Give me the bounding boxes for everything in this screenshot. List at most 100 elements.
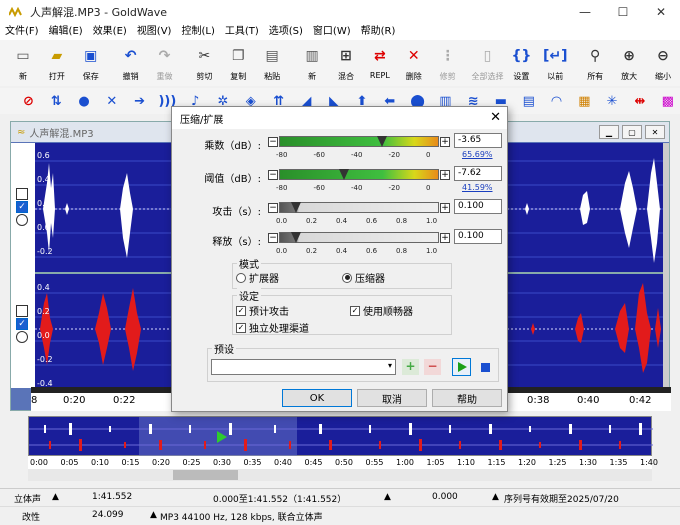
- slider-thumb[interactable]: [376, 136, 387, 147]
- decrease-button[interactable]: −: [268, 233, 278, 243]
- channel-swap-icon[interactable]: ✕: [99, 90, 124, 112]
- spectrum-icon[interactable]: ▤: [516, 90, 541, 112]
- left-channel-toggle[interactable]: [16, 188, 28, 200]
- toolbar-button-copy[interactable]: ❐ 复制: [221, 40, 255, 86]
- toolbar-label: 设置: [513, 72, 530, 81]
- decrease-button[interactable]: −: [268, 137, 278, 147]
- dialog-close-button[interactable]: ✕: [490, 110, 501, 125]
- set-selection-icon: {}: [511, 48, 532, 64]
- decrease-button[interactable]: −: [268, 170, 278, 180]
- increase-button[interactable]: +: [440, 233, 450, 243]
- increase-button[interactable]: +: [440, 170, 450, 180]
- use-smoother-checkbox[interactable]: ✓ 使用顺畅器: [350, 303, 413, 318]
- preview-play-button[interactable]: [452, 358, 471, 376]
- toolbar-button-zoom-out[interactable]: ⊖ 缩小: [646, 40, 680, 86]
- time-label: 0:20: [63, 395, 86, 406]
- close-button[interactable]: ✕: [642, 0, 680, 24]
- param-slider[interactable]: [279, 169, 439, 180]
- left-channel-checkbox[interactable]: ✓: [16, 201, 28, 213]
- toolbar-button-zoom-in[interactable]: ⊕ 放大: [612, 40, 646, 86]
- toolbar-button-select-all[interactable]: ▯ 全部选择: [471, 40, 505, 86]
- toolbar-label: 打开: [48, 72, 65, 81]
- stereo-arrows-icon[interactable]: ⇅: [44, 90, 69, 112]
- doc-minimize-button[interactable]: ▁: [599, 125, 619, 139]
- toolbar-button-set-selection[interactable]: {} 设置: [504, 40, 538, 86]
- param-percent-link[interactable]: 41.59%: [462, 183, 493, 192]
- menu-control[interactable]: 控制(L): [176, 24, 219, 40]
- doppler-icon[interactable]: ◠: [544, 90, 569, 112]
- param-slider[interactable]: [279, 232, 439, 243]
- doc-restore-button[interactable]: ▢: [622, 125, 642, 139]
- rainbow-icon[interactable]: ▩: [655, 90, 680, 112]
- toolbar-button-redo[interactable]: ↷ 重做: [148, 40, 182, 86]
- toolbar-button-delete[interactable]: ✕ 删除: [397, 40, 431, 86]
- scrollbar-thumb[interactable]: [173, 470, 238, 480]
- param-slider[interactable]: [279, 136, 439, 147]
- param-value-input[interactable]: -7.62: [454, 166, 502, 181]
- preset-dropdown[interactable]: ▾: [211, 359, 396, 375]
- right-channel-radio[interactable]: [16, 331, 28, 343]
- param-value-input[interactable]: 0.100: [454, 229, 502, 244]
- overview-time-label: 0:25: [182, 458, 201, 467]
- slider-thumb[interactable]: [290, 202, 301, 213]
- right-channel-toggle[interactable]: [16, 305, 28, 317]
- toolbar-button-replace[interactable]: ⇄ REPL: [363, 40, 397, 86]
- param-value-input[interactable]: 0.100: [454, 199, 502, 214]
- toolbar-button-undo[interactable]: ↶ 撤销: [114, 40, 148, 86]
- help-button[interactable]: 帮助: [432, 389, 502, 407]
- toolbar-button-paste[interactable]: ▤ 粘贴: [255, 40, 289, 86]
- toolbar-label: 所有: [587, 72, 604, 81]
- toolbar-button-mix[interactable]: ⊞ 混合: [329, 40, 363, 86]
- param-percent-link[interactable]: 65.69%: [462, 150, 493, 159]
- left-channel-radio[interactable]: [16, 214, 28, 226]
- mechanize-icon[interactable]: ✳: [600, 90, 625, 112]
- slider-thumb[interactable]: [290, 232, 301, 243]
- toolbar-button-new-file[interactable]: ▭ 新: [6, 40, 40, 86]
- independent-channels-checkbox[interactable]: ✓ 独立处理渠道: [236, 320, 309, 335]
- compressor-radio[interactable]: 压缩器: [342, 270, 385, 285]
- param-value-input[interactable]: -3.65: [454, 133, 502, 148]
- anticipate-attack-checkbox[interactable]: ✓ 预计攻击: [236, 303, 289, 318]
- toolbar-button-save[interactable]: ▣ 保存: [74, 40, 108, 86]
- toolbar-button-open-folder[interactable]: ▰ 打开: [40, 40, 74, 86]
- right-channel-checkbox[interactable]: ✓: [16, 318, 28, 330]
- vertical-scrollbar[interactable]: [663, 143, 669, 388]
- menu-options[interactable]: 选项(S): [264, 24, 308, 40]
- expander-radio[interactable]: 扩展器: [236, 270, 279, 285]
- menu-view[interactable]: 视图(V): [132, 24, 177, 40]
- ok-button[interactable]: OK: [282, 389, 352, 407]
- toolbar-button-paste-new[interactable]: ▥ 新: [295, 40, 329, 86]
- add-preset-button[interactable]: +: [402, 359, 419, 375]
- sphere-icon[interactable]: ●: [72, 90, 97, 112]
- menu-window[interactable]: 窗口(W): [308, 24, 356, 40]
- spectrum-color-icon[interactable]: ▦: [572, 90, 597, 112]
- toolbar-button-cut[interactable]: ✂ 剪切: [187, 40, 221, 86]
- increase-button[interactable]: +: [440, 203, 450, 213]
- menu-effects[interactable]: 效果(E): [88, 24, 132, 40]
- remove-preset-button[interactable]: −: [424, 359, 441, 375]
- toolbar-button-previous[interactable]: [↵] 以前: [538, 40, 572, 86]
- stop-record-icon[interactable]: ⊘: [16, 90, 41, 112]
- forward-arrow-icon[interactable]: ➔: [127, 90, 152, 112]
- slider-thumb[interactable]: [339, 169, 350, 180]
- doc-close-button[interactable]: ✕: [645, 125, 665, 139]
- horizontal-scrollbar[interactable]: [28, 469, 652, 481]
- maximize-button[interactable]: ☐: [604, 0, 642, 24]
- toolbar-button-zoom-all[interactable]: ⚲ 所有: [578, 40, 612, 86]
- cancel-button[interactable]: 取消: [357, 389, 427, 407]
- stereo-split-icon[interactable]: ⇹: [628, 90, 653, 112]
- menu-help[interactable]: 帮助(R): [356, 24, 401, 40]
- minimize-button[interactable]: —: [566, 0, 604, 24]
- preview-stop-button[interactable]: [476, 358, 495, 376]
- menu-tools[interactable]: 工具(T): [220, 24, 264, 40]
- slider-tick: 1.0: [426, 217, 438, 225]
- decrease-button[interactable]: −: [268, 203, 278, 213]
- overview-waveform[interactable]: [28, 416, 653, 457]
- param-slider[interactable]: [279, 202, 439, 213]
- menu-edit[interactable]: 编辑(E): [44, 24, 88, 40]
- toolbar-button-trim[interactable]: ⋮ 修剪: [431, 40, 465, 86]
- increase-button[interactable]: +: [440, 137, 450, 147]
- overview-time-label: 1:15: [487, 458, 506, 467]
- param-row: 乘数（dB）: − + -80 -60 -40 -20 0 -3.65 65.69%: [172, 133, 509, 165]
- menu-file[interactable]: 文件(F): [0, 24, 44, 40]
